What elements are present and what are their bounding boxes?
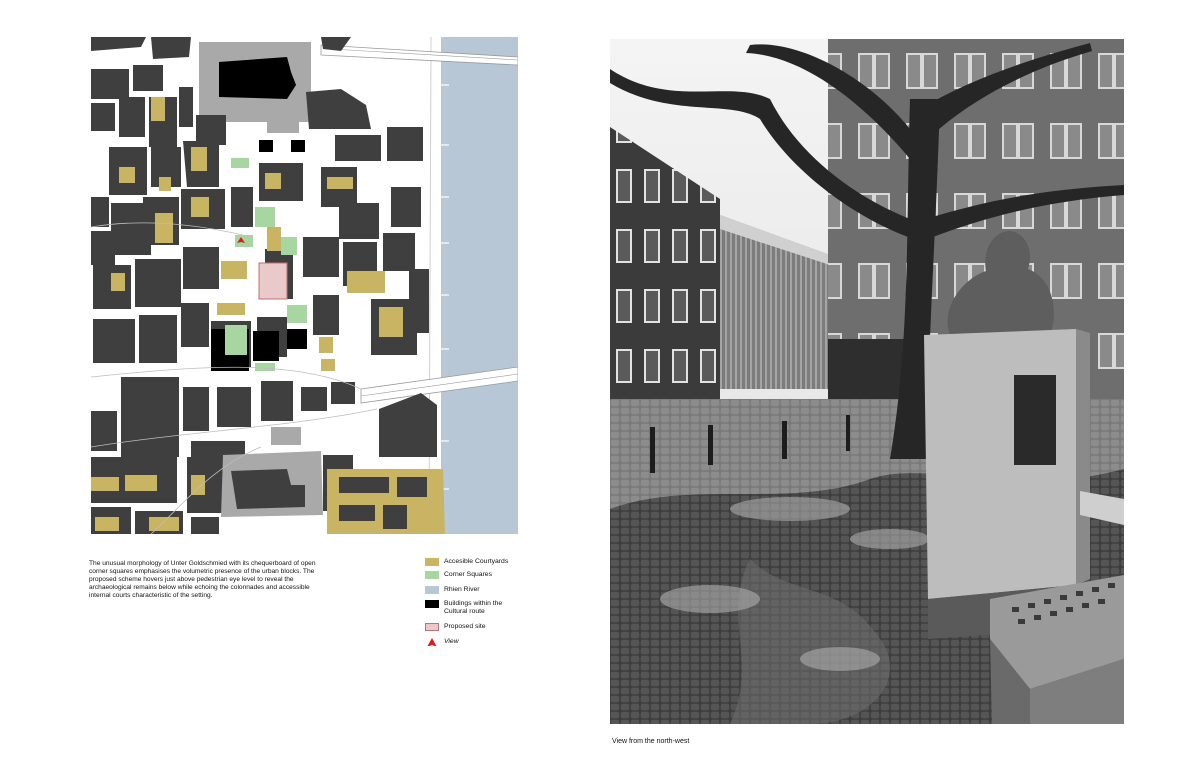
proposed-site — [258, 262, 288, 300]
site-plan-map — [91, 37, 518, 534]
map-caption: The unusual morphology of Unter Goldschm… — [89, 560, 316, 600]
legend-item: Proposed site — [425, 621, 545, 635]
legend-label: Accesible Courtyards — [444, 558, 509, 565]
legend-item: Buildings within the Cultural route — [425, 598, 545, 620]
street-photo-svg — [610, 39, 1124, 724]
grey-block — [271, 427, 301, 445]
rhine-river — [441, 37, 518, 534]
legend-item: Accesible Courtyards — [425, 556, 545, 568]
stone-bench — [990, 575, 1124, 724]
photo-caption: View from the north-west — [612, 738, 690, 745]
legend-label: Buildings within the Cultural route — [444, 600, 503, 615]
legend-item: Rhien River — [425, 584, 545, 597]
legend-swatch — [425, 586, 439, 594]
cathedral-footprint — [219, 57, 296, 99]
legend-swatch — [425, 600, 439, 608]
legend-label: Rhien River — [444, 586, 480, 593]
legend-swatch — [425, 571, 439, 579]
map-legend: Accesible Courtyards Corner Squares Rhien … — [425, 556, 545, 649]
street-photo — [610, 39, 1124, 724]
legend-item: View — [425, 636, 545, 648]
museum-block — [267, 99, 299, 133]
legend-swatch — [425, 558, 439, 566]
legend-swatch — [425, 623, 439, 631]
legend-label: Proposed site — [444, 623, 486, 630]
legend-label: View — [444, 638, 459, 645]
site-plan-svg — [91, 37, 518, 534]
legend-label: Corner Squares — [444, 571, 492, 578]
view-marker-icon — [427, 638, 437, 646]
legend-item: Corner Squares — [425, 569, 545, 583]
